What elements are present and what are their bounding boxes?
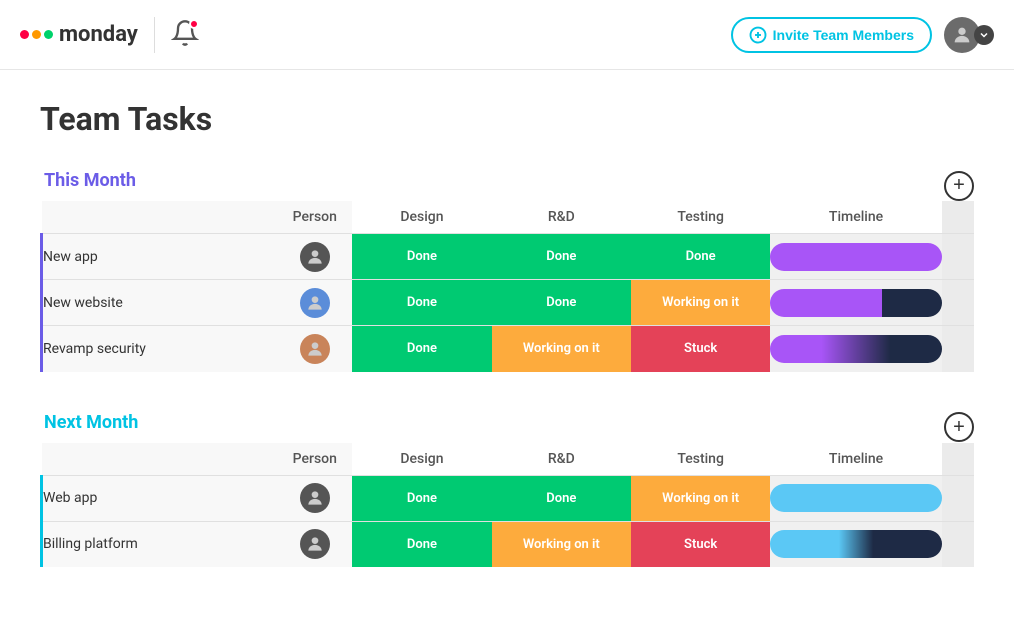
col-header-testing: Testing bbox=[631, 443, 770, 476]
timeline-cell bbox=[770, 234, 941, 280]
logo-dots bbox=[20, 30, 53, 39]
this-month-title: This Month bbox=[40, 170, 136, 191]
rd-status: Done bbox=[492, 234, 631, 280]
col-header-extra bbox=[942, 443, 974, 476]
design-status: Done bbox=[352, 280, 491, 326]
avatar bbox=[300, 334, 330, 364]
logo: monday bbox=[20, 22, 138, 47]
avatar bbox=[300, 288, 330, 318]
col-header-design: Design bbox=[352, 443, 491, 476]
page-title: Team Tasks bbox=[40, 100, 974, 138]
avatar bbox=[300, 483, 330, 513]
next-month-title: Next Month bbox=[40, 412, 138, 433]
this-month-header: This Month + bbox=[40, 170, 974, 201]
col-header-timeline: Timeline bbox=[770, 201, 941, 234]
table-row: Revamp security Done Working on it Stuck bbox=[42, 326, 975, 372]
avatar bbox=[300, 242, 330, 272]
notification-dot bbox=[189, 19, 199, 29]
avatar bbox=[300, 529, 330, 559]
rd-status: Working on it bbox=[492, 521, 631, 567]
testing-status: Stuck bbox=[631, 521, 770, 567]
task-name: New app bbox=[42, 234, 278, 280]
task-name: Web app bbox=[42, 475, 278, 521]
table-row: New app Done Done Done bbox=[42, 234, 975, 280]
timeline-bar bbox=[770, 289, 941, 317]
task-name: Revamp security bbox=[42, 326, 278, 372]
extra-col bbox=[942, 280, 974, 326]
timeline-cell bbox=[770, 280, 941, 326]
table-row: Billing platform Done Working on it Stuc… bbox=[42, 521, 975, 567]
task-name: Billing platform bbox=[42, 521, 278, 567]
timeline-cell bbox=[770, 521, 941, 567]
timeline-bar bbox=[770, 530, 941, 558]
invite-label: Invite Team Members bbox=[773, 27, 914, 43]
avatar-group bbox=[944, 17, 994, 53]
timeline-cell bbox=[770, 326, 941, 372]
col-header-person: Person bbox=[277, 201, 352, 234]
extra-col bbox=[942, 326, 974, 372]
col-header-task bbox=[42, 443, 278, 476]
chevron-down-icon bbox=[978, 29, 990, 41]
header-left: monday bbox=[20, 17, 199, 53]
next-month-table: Person Design R&D Testing Timeline Web a… bbox=[40, 443, 974, 568]
person-cell bbox=[277, 475, 352, 521]
person-cell bbox=[277, 280, 352, 326]
testing-status: Stuck bbox=[631, 326, 770, 372]
next-month-section: Next Month + Person Design R&D Testing T… bbox=[40, 412, 974, 568]
col-header-timeline: Timeline bbox=[770, 443, 941, 476]
col-header-extra bbox=[942, 201, 974, 234]
this-month-add-button[interactable]: + bbox=[944, 171, 974, 201]
extra-col bbox=[942, 234, 974, 280]
testing-status: Working on it bbox=[631, 280, 770, 326]
next-month-add-button[interactable]: + bbox=[944, 412, 974, 442]
extra-col bbox=[942, 475, 974, 521]
table-row: Web app Done Done Working on it bbox=[42, 475, 975, 521]
logo-divider bbox=[154, 17, 155, 53]
design-status: Done bbox=[352, 234, 491, 280]
invite-button[interactable]: Invite Team Members bbox=[731, 17, 932, 53]
logo-dot-orange bbox=[32, 30, 41, 39]
col-header-person: Person bbox=[277, 443, 352, 476]
timeline-cell bbox=[770, 475, 941, 521]
main-content: Team Tasks This Month + Person Design R&… bbox=[0, 70, 1014, 637]
col-header-design: Design bbox=[352, 201, 491, 234]
notification-bell[interactable] bbox=[171, 19, 199, 51]
timeline-bar bbox=[770, 335, 941, 363]
plus-circle-icon bbox=[749, 26, 767, 44]
header-right: Invite Team Members bbox=[731, 17, 994, 53]
design-status: Done bbox=[352, 475, 491, 521]
col-header-rd: R&D bbox=[492, 443, 631, 476]
user-menu-button[interactable] bbox=[974, 25, 994, 45]
next-month-header: Next Month + bbox=[40, 412, 974, 443]
logo-text: monday bbox=[59, 22, 138, 47]
logo-dot-red bbox=[20, 30, 29, 39]
extra-col bbox=[942, 521, 974, 567]
this-month-table: Person Design R&D Testing Timeline New a… bbox=[40, 201, 974, 372]
design-status: Done bbox=[352, 326, 491, 372]
header: monday Invite Team Members bbox=[0, 0, 1014, 70]
this-month-section: This Month + Person Design R&D Testing T… bbox=[40, 170, 974, 372]
person-cell bbox=[277, 326, 352, 372]
col-header-task bbox=[42, 201, 278, 234]
table-row: New website Done Done Working on it bbox=[42, 280, 975, 326]
task-name: New website bbox=[42, 280, 278, 326]
person-cell bbox=[277, 521, 352, 567]
rd-status: Done bbox=[492, 280, 631, 326]
testing-status: Done bbox=[631, 234, 770, 280]
col-header-rd: R&D bbox=[492, 201, 631, 234]
timeline-bar bbox=[770, 484, 941, 512]
timeline-bar bbox=[770, 243, 941, 271]
person-cell bbox=[277, 234, 352, 280]
col-header-testing: Testing bbox=[631, 201, 770, 234]
logo-dot-green bbox=[44, 30, 53, 39]
rd-status: Working on it bbox=[492, 326, 631, 372]
testing-status: Working on it bbox=[631, 475, 770, 521]
rd-status: Done bbox=[492, 475, 631, 521]
design-status: Done bbox=[352, 521, 491, 567]
